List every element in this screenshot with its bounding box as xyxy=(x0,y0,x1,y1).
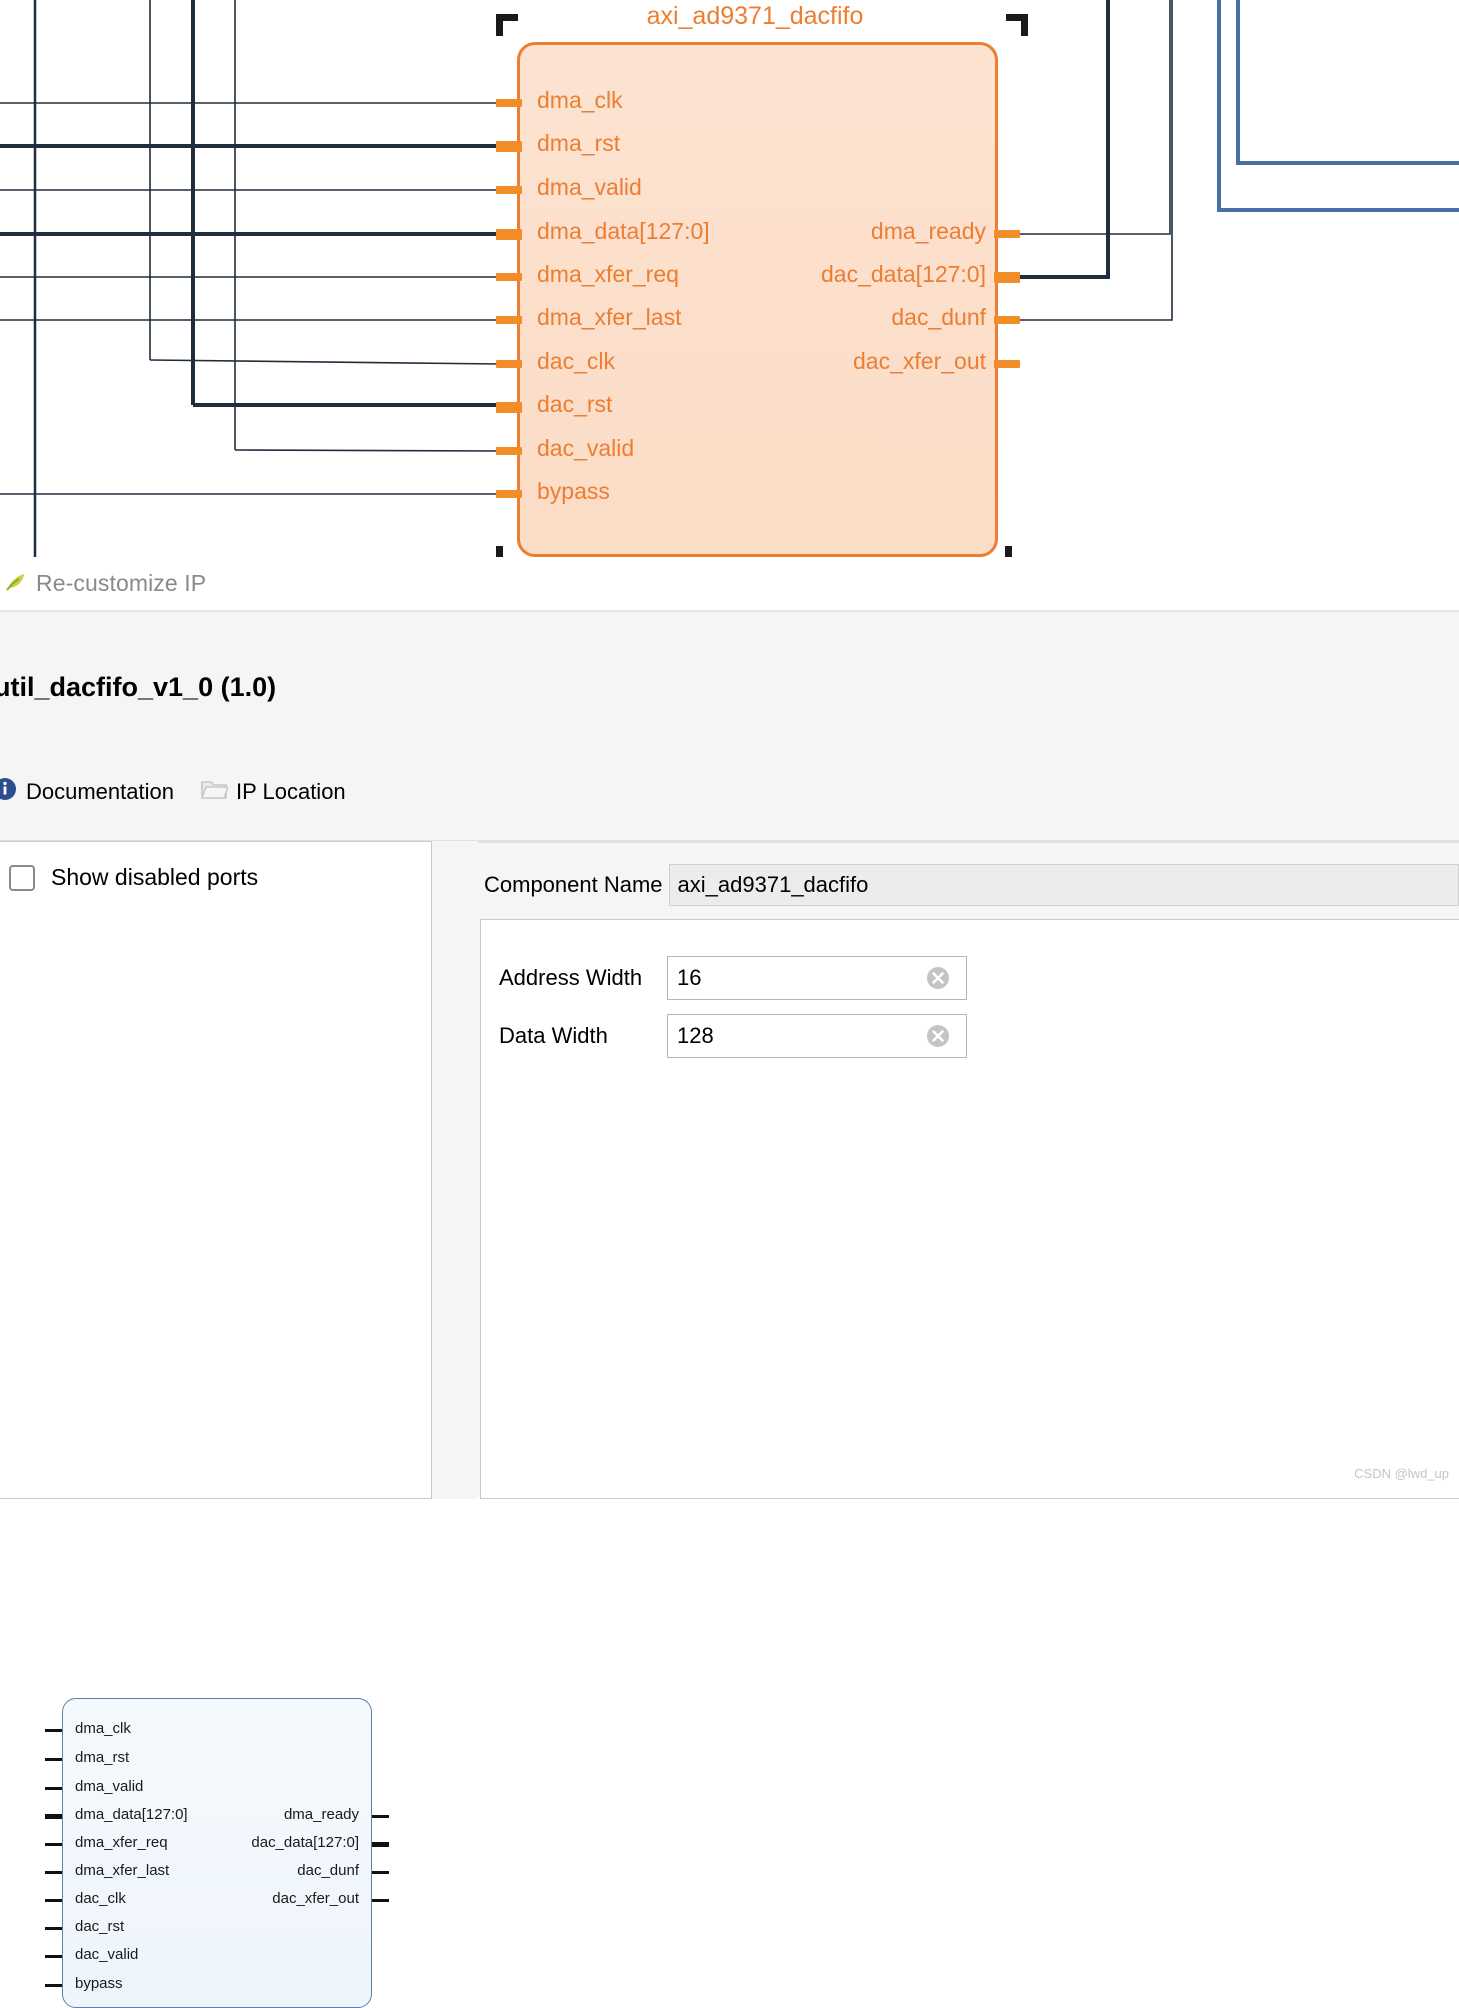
ip-symbol-preview: dma_clk dma_rst dma_valid dma_data[127:0] dm… xyxy=(45,1698,389,2008)
input-port-label: dac_valid xyxy=(537,435,635,461)
ip-location-link-label: IP Location xyxy=(235,779,346,804)
preview-output-stub xyxy=(372,1870,389,1874)
parameter-field-value: 16 xyxy=(677,965,702,990)
ip-location-link[interactable]: IP Location xyxy=(200,777,346,807)
dialog-titlebar: Re-customize IP xyxy=(0,557,1459,610)
preview-input-label: dma_valid xyxy=(75,1778,144,1795)
ip-name-heading: util_dacfifo_v1_0 (1.0) xyxy=(0,672,277,702)
parameter-field-input[interactable]: 16 xyxy=(667,956,967,1000)
parameter-field-label: Data Width xyxy=(499,1023,608,1048)
output-port-label: dac_data[127:0] xyxy=(821,261,986,287)
ip-symbol-panel: Show disabled ports dma_clk dma_rst dma_va… xyxy=(0,841,432,2008)
documentation-link[interactable]: Documentation xyxy=(0,776,174,808)
output-port-stub[interactable] xyxy=(994,316,1020,324)
watermark-text: CSDN @lwd_up xyxy=(1354,1466,1449,1481)
component-name-input[interactable]: axi_ad9371_dacfifo xyxy=(668,864,1459,906)
preview-input-stub xyxy=(45,1926,62,1930)
selection-handle-bottom-right[interactable] xyxy=(1005,538,1035,557)
input-port-label: dma_xfer_req xyxy=(537,261,679,287)
output-port-label: dma_ready xyxy=(870,218,986,244)
dialog-body: Show disabled ports dma_clk dma_rst dma_va… xyxy=(0,841,1459,2008)
selection-handle-bottom-left[interactable] xyxy=(496,538,526,557)
preview-input-label: dac_clk xyxy=(75,1890,126,1907)
preview-input-label: dma_rst xyxy=(75,1749,130,1766)
input-port-label: bypass xyxy=(537,478,610,504)
preview-input-label: dac_valid xyxy=(75,1946,139,1963)
input-port-label: dac_clk xyxy=(537,348,615,374)
output-port-label: dac_xfer_out xyxy=(853,348,986,374)
preview-input-stub xyxy=(45,1813,62,1819)
preview-input-label: dma_data[127:0] xyxy=(75,1806,188,1823)
documentation-link-label: Documentation xyxy=(26,779,174,804)
input-port-stub[interactable] xyxy=(496,99,522,107)
show-disabled-ports-row[interactable]: Show disabled ports xyxy=(9,864,258,891)
preview-output-label: dac_data[127:0] xyxy=(251,1834,359,1851)
input-port-stub[interactable] xyxy=(496,447,522,455)
input-port-label: dma_valid xyxy=(537,174,642,200)
input-port-stub[interactable] xyxy=(496,316,522,324)
preview-input-label: dac_rst xyxy=(75,1918,125,1935)
selection-handle-top-right[interactable] xyxy=(998,14,1028,44)
folder-icon xyxy=(200,777,230,807)
output-port-stub[interactable] xyxy=(994,230,1020,238)
preview-input-label: bypass xyxy=(75,1975,123,1992)
preview-input-label: dma_clk xyxy=(75,1720,131,1737)
ip-leaf-icon xyxy=(4,569,28,598)
preview-input-stub xyxy=(45,1898,62,1902)
component-name-label: Component Name xyxy=(484,872,663,897)
input-port-stub[interactable] xyxy=(496,273,522,281)
selection-handle-top-left[interactable] xyxy=(496,14,526,44)
input-port-label: dma_rst xyxy=(537,130,621,156)
clear-x-icon[interactable] xyxy=(924,1022,952,1050)
preview-input-stub xyxy=(45,1954,62,1958)
preview-input-stub xyxy=(45,1983,62,1987)
preview-input-stub xyxy=(45,1870,62,1874)
recustomize-ip-dialog: Re-customize IP util_dacfifo_v1_0 (1.0) … xyxy=(0,557,1459,2008)
input-port-label: dac_rst xyxy=(537,391,613,417)
block-design-canvas[interactable]: axi_ad9371_dacfifo dma_clk dma_rst dma_val… xyxy=(0,0,1459,557)
parameter-field-input[interactable]: 128 xyxy=(667,1014,967,1058)
parameter-field-row: Data Width 128 xyxy=(499,1014,967,1058)
preview-output-stub xyxy=(372,1898,389,1902)
input-port-stub[interactable] xyxy=(496,186,522,194)
output-port-label: dac_dunf xyxy=(891,304,986,330)
output-port-stub[interactable] xyxy=(994,360,1020,368)
show-disabled-ports-checkbox[interactable] xyxy=(9,864,35,891)
input-port-stub[interactable] xyxy=(496,228,522,240)
component-name-row: Component Name axi_ad9371_dacfifo xyxy=(484,863,1459,907)
input-port-stub[interactable] xyxy=(496,490,522,498)
input-port-label: dma_data[127:0] xyxy=(537,218,710,244)
block-title-text: axi_ad9371_dacfifo xyxy=(646,2,864,30)
clear-x-icon[interactable] xyxy=(924,964,952,992)
parameter-field-row: Address Width 16 xyxy=(499,956,967,1000)
preview-output-label: dma_ready xyxy=(283,1806,359,1823)
preview-output-label: dac_xfer_out xyxy=(272,1890,359,1907)
preview-input-stub xyxy=(45,1842,62,1846)
parameters-panel: Address Width 16 Data Width 128 xyxy=(480,919,1459,1499)
preview-output-label: dac_dunf xyxy=(297,1862,359,1879)
dialog-title-text: Re-customize IP xyxy=(36,570,207,596)
preview-input-stub xyxy=(45,1728,62,1732)
parameter-field-label: Address Width xyxy=(499,965,643,990)
output-port-stub[interactable] xyxy=(994,271,1020,283)
preview-input-stub xyxy=(45,1786,62,1790)
preview-output-stub xyxy=(372,1841,389,1847)
preview-input-stub xyxy=(45,1757,62,1761)
panel-gap xyxy=(432,841,478,1499)
dialog-header: util_dacfifo_v1_0 (1.0) Documentation IP… xyxy=(0,612,1459,840)
preview-input-label: dma_xfer_req xyxy=(75,1834,168,1851)
info-circle-icon xyxy=(0,776,18,808)
input-port-stub[interactable] xyxy=(496,140,522,152)
input-port-label: dma_xfer_last xyxy=(537,304,682,330)
input-port-stub[interactable] xyxy=(496,401,522,413)
input-port-label: dma_clk xyxy=(537,87,623,113)
show-disabled-ports-label: Show disabled ports xyxy=(51,864,259,890)
parameter-field-value: 128 xyxy=(677,1023,714,1048)
dialog-links-row: Documentation IP Location xyxy=(0,772,346,812)
input-port-stub[interactable] xyxy=(496,360,522,368)
preview-input-label: dma_xfer_last xyxy=(75,1862,170,1879)
preview-output-stub xyxy=(372,1814,389,1818)
